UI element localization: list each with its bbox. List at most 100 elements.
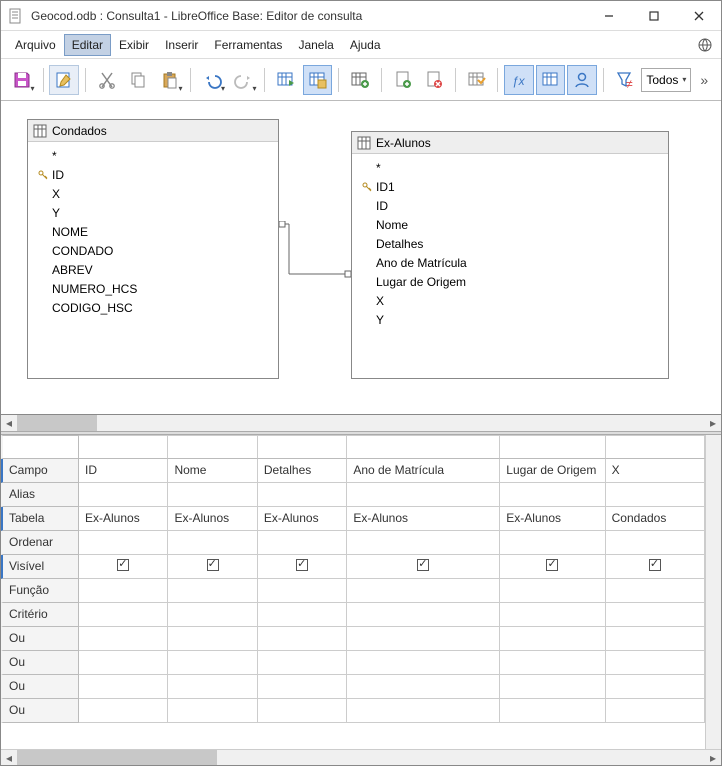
cell-alias-2[interactable] [258,483,347,507]
field-id[interactable]: ID [34,165,272,184]
rh-ou4[interactable]: Ou [1,699,79,723]
cell-tabela-2[interactable]: Ex-Alunos [258,507,347,531]
menu-ferramentas[interactable]: Ferramentas [206,34,290,56]
field-abrev[interactable]: ABREV [34,260,272,279]
cell-tabela-5[interactable]: Condados [606,507,705,531]
scroll-left-button[interactable]: ◂ [1,415,17,431]
checkbox-icon[interactable] [417,559,429,571]
rh-ou1[interactable]: Ou [1,627,79,651]
rh-campo[interactable]: Campo [1,459,79,483]
scroll-right-button[interactable]: ▸ [705,750,721,765]
menu-ajuda[interactable]: Ajuda [342,34,389,56]
rh-criterio[interactable]: Critério [1,603,79,627]
design-view-toggle[interactable] [303,65,333,95]
cell-campo-5[interactable]: X [606,459,705,483]
delete-query-button[interactable] [419,65,449,95]
cell-visivel-2[interactable] [258,555,347,579]
menu-janela[interactable]: Janela [290,34,341,56]
relation-line[interactable] [279,221,351,281]
cell-campo-4[interactable]: Lugar de Origem [500,459,605,483]
grid-column-headers[interactable] [79,435,705,459]
field-nome[interactable]: NOME [34,222,272,241]
field-id[interactable]: ID [358,196,662,215]
cell-alias-3[interactable] [347,483,500,507]
field-star[interactable]: * [358,158,662,177]
rh-funcao[interactable]: Função [1,579,79,603]
save-button[interactable]: ▾ [7,65,37,95]
field-codigohsc[interactable]: CODIGO_HSC [34,298,272,317]
distinct-values-button[interactable]: ≠ [610,65,640,95]
scroll-right-button[interactable]: ▸ [705,415,721,431]
field-nome[interactable]: Nome [358,215,662,234]
edit-mode-button[interactable] [49,65,79,95]
cell-alias-1[interactable] [168,483,257,507]
rh-ordenar[interactable]: Ordenar [1,531,79,555]
scrollbar-thumb[interactable] [17,750,217,765]
checkbox-icon[interactable] [546,559,558,571]
field-x[interactable]: X [34,184,272,203]
limit-dropdown[interactable]: Todos▾ [641,68,691,92]
checkbox-icon[interactable] [117,559,129,571]
checkbox-icon[interactable] [296,559,308,571]
rh-visivel[interactable]: Visível [1,555,79,579]
cell-tabela-1[interactable]: Ex-Alunos [168,507,257,531]
rh-ou3[interactable]: Ou [1,675,79,699]
cell-visivel-0[interactable] [79,555,168,579]
copy-button[interactable] [123,65,153,95]
scroll-left-button[interactable]: ◂ [1,750,17,765]
cell-campo-0[interactable]: ID [79,459,168,483]
cell-campo-2[interactable]: Detalhes [258,459,347,483]
rh-alias[interactable]: Alias [1,483,79,507]
cell-tabela-4[interactable]: Ex-Alunos [500,507,605,531]
table-condados-title[interactable]: Condados [28,120,278,142]
cell-visivel-5[interactable] [606,555,705,579]
field-lugarorigem[interactable]: Lugar de Origem [358,272,662,291]
grid-vscrollbar[interactable] [705,435,721,749]
field-y[interactable]: Y [34,203,272,222]
design-hscrollbar[interactable]: ◂ ▸ [1,415,721,431]
maximize-button[interactable] [631,1,676,31]
cut-button[interactable] [92,65,122,95]
table-exalunos-title[interactable]: Ex-Alunos [352,132,668,154]
field-numerohcs[interactable]: NUMERO_HCS [34,279,272,298]
new-query-button[interactable] [388,65,418,95]
menu-arquivo[interactable]: Arquivo [7,34,64,56]
field-condado[interactable]: CONDADO [34,241,272,260]
redo-button[interactable]: ▾ [229,65,259,95]
alias-toggle[interactable] [567,65,597,95]
cell-alias-4[interactable] [500,483,605,507]
sql-command-button[interactable] [462,65,492,95]
field-anomatricula[interactable]: Ano de Matrícula [358,253,662,272]
field-detalhes[interactable]: Detalhes [358,234,662,253]
rh-tabela[interactable]: Tabela [1,507,79,531]
table-exalunos[interactable]: Ex-Alunos * ID1 ID Nome Detalhes Ano de … [351,131,669,379]
menu-inserir[interactable]: Inserir [157,34,206,56]
cell-visivel-4[interactable] [500,555,605,579]
field-star[interactable]: * [34,146,272,165]
undo-button[interactable]: ▾ [197,65,227,95]
menu-editar[interactable]: Editar [64,34,111,56]
checkbox-icon[interactable] [649,559,661,571]
update-icon[interactable] [695,35,715,55]
table-condados[interactable]: Condados * ID X Y NOME CONDADO ABREV NUM… [27,119,279,379]
cell-tabela-0[interactable]: Ex-Alunos [79,507,168,531]
menu-exibir[interactable]: Exibir [111,34,157,56]
run-query-button[interactable] [271,65,301,95]
add-table-button[interactable] [345,65,375,95]
functions-toggle[interactable]: ƒx [504,65,534,95]
cell-visivel-1[interactable] [168,555,257,579]
rh-ou2[interactable]: Ou [1,651,79,675]
cell-alias-5[interactable] [606,483,705,507]
toolbar-overflow-button[interactable]: » [693,65,715,95]
cell-alias-0[interactable] [79,483,168,507]
field-x[interactable]: X [358,291,662,310]
cell-tabela-3[interactable]: Ex-Alunos [347,507,500,531]
field-y[interactable]: Y [358,310,662,329]
paste-button[interactable]: ▾ [155,65,185,95]
minimize-button[interactable] [586,1,631,31]
field-id1[interactable]: ID1 [358,177,662,196]
cell-visivel-3[interactable] [347,555,500,579]
checkbox-icon[interactable] [207,559,219,571]
grid-hscrollbar[interactable]: ◂ ▸ [1,749,721,765]
design-area[interactable]: Condados * ID X Y NOME CONDADO ABREV NUM… [1,101,721,415]
